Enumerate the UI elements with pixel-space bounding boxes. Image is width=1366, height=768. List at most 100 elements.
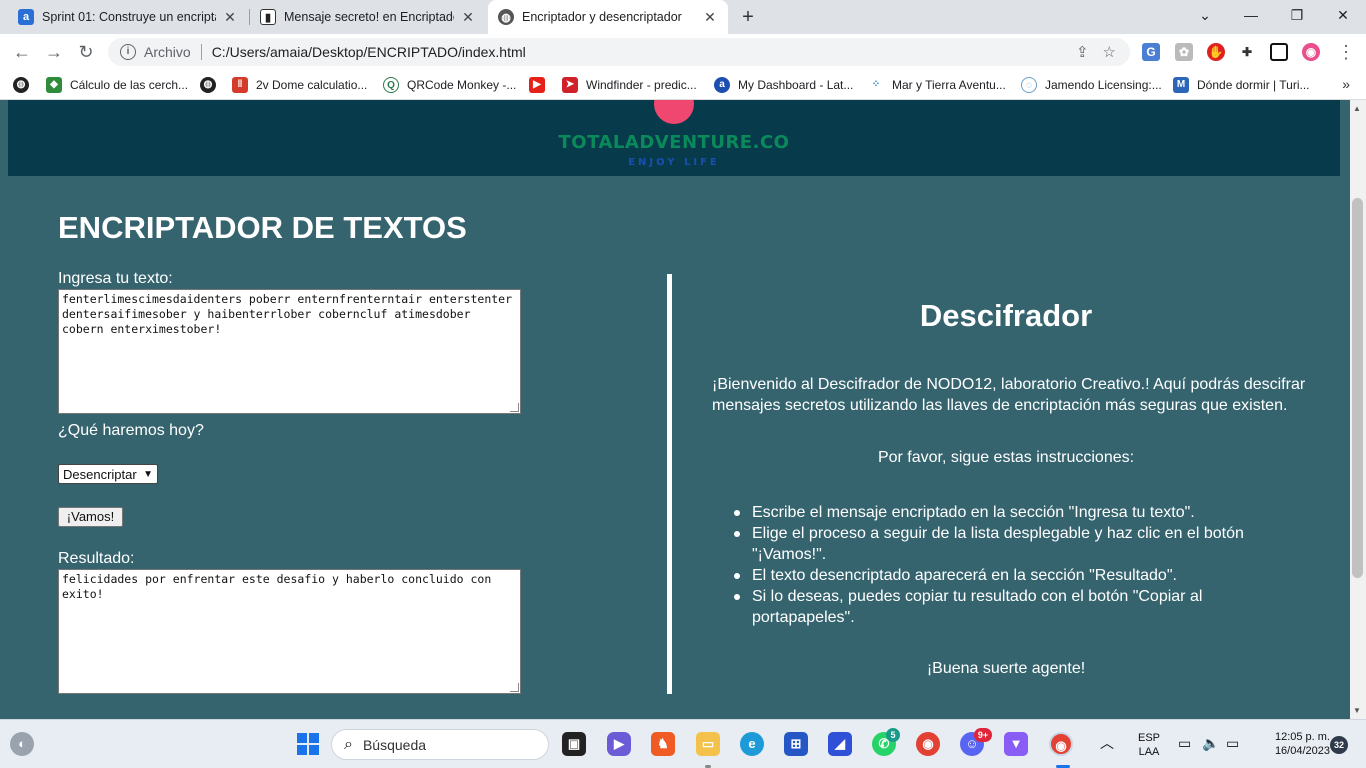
scroll-up-icon[interactable]: ▲ [1353,104,1361,113]
bookmark-label: Mar y Tierra Aventu... [892,78,1006,92]
weather-icon[interactable]: ◐ [10,732,34,756]
notification-count-badge[interactable]: 32 [1330,736,1348,754]
windows-taskbar: ◐ ⌕ Búsqueda ▣ ▶ ♞ ▭ e ⊞ ◢ ✆ 5 ◉ ☺ 9+ ▼ … [0,719,1366,768]
bookmark-windfinder[interactable]: ➤ Windfinder - predic... [562,76,697,94]
app-icon[interactable]: ◢ [828,732,852,756]
volume-icon[interactable]: 🔈 [1202,736,1219,750]
page-title: ENCRIPTADOR DE TEXTOS [58,210,467,245]
tab-mensaje[interactable]: ▮ Mensaje secreto! en Encriptador ✕ [250,0,486,34]
result-label: Resultado: [58,550,135,567]
m-icon: M [1173,77,1189,93]
search-icon: ⌕ [344,735,353,753]
question-label: ¿Qué haremos hoy? [58,422,204,439]
address-bar[interactable]: i Archivo C:/Users/amaia/Desktop/ENCRIPT… [108,38,1130,66]
page-scrollbar[interactable]: ▲ ▼ [1350,100,1366,719]
chrome-active-icon[interactable]: ◉ [1049,732,1073,756]
scheme-label: Archivo [144,44,191,60]
scroll-down-icon[interactable]: ▼ [1353,706,1361,715]
close-icon[interactable]: ✕ [702,9,718,26]
bookmark-mar-tierra[interactable]: ⁘ Mar y Tierra Aventu... [868,76,1006,94]
scrollbar-thumb[interactable] [1352,198,1363,578]
forward-icon[interactable]: → [42,40,66,64]
omnibox-actions: ⇪ ☆ [1076,43,1116,61]
notification-badge: 5 [886,728,900,742]
tab-sprint[interactable]: a Sprint 01: Construye un encriptac ✕ [8,0,248,34]
globe-icon: ◍ [13,77,29,93]
profile-avatar[interactable]: ◉ [1302,43,1320,61]
clock[interactable]: 12:05 p. m. 16/04/2023 [1254,730,1330,758]
close-icon[interactable]: ✕ [222,9,238,26]
info-icon[interactable]: i [120,44,136,60]
welcome-text: ¡Bienvenido al Descifrador de NODO12, la… [712,376,1306,414]
extension-icon[interactable]: ✿ [1175,43,1193,61]
bookmark-jamendo[interactable]: ◌ Jamendo Licensing:... [1021,76,1162,94]
alura-icon: a [18,9,34,25]
bookmark-donde-dormir[interactable]: M Dónde dormir | Turi... [1173,76,1310,94]
translate-icon[interactable]: G [1142,43,1160,61]
menu-icon[interactable]: ⋮ [1334,40,1358,64]
select-value: Desencriptar [63,466,137,482]
bookmark-qrcode[interactable]: Q QRCode Monkey -... [383,76,516,94]
side-title: Descifrador [919,298,1093,333]
bookmark-cerchas[interactable]: ◆ Cálculo de las cerch... [46,76,188,94]
brave-icon[interactable]: ♞ [651,732,675,756]
back-icon[interactable]: ← [10,40,34,64]
input-textarea[interactable]: fenterlimescimesdaidenters poberr entern… [58,289,521,414]
chrome-icon[interactable]: ◉ [916,732,940,756]
app-icon-2[interactable]: ▼ [1004,732,1028,756]
store-icon[interactable]: ⊞ [784,732,808,756]
restore-button[interactable]: ❐ [1274,0,1320,30]
puzzle-icon[interactable]: ✚ [1238,43,1256,61]
tab-encriptador[interactable]: ◍ Encriptador y desencriptador ✕ [488,0,728,34]
bookmark-label: Jamendo Licensing:... [1045,78,1162,92]
network-icon[interactable]: ▭ [1178,736,1191,750]
battery-icon[interactable]: ▭ [1226,736,1239,750]
tab-search-icon[interactable]: ⌄ [1182,0,1228,30]
language-indicator[interactable]: ESP LAA [1134,731,1164,759]
chevron-down-icon: ▼ [143,468,153,480]
bookmark-label: QRCode Monkey -... [407,78,517,92]
sidepanel-icon[interactable] [1270,43,1288,61]
logo-tagline: ENJOY LIFE [628,157,720,168]
bookmark-star-icon[interactable]: ☆ [1103,43,1116,61]
monkey-icon: Q [383,77,399,93]
divider [200,44,202,60]
result-textarea[interactable]: felicidades por enfrentar este desafio y… [58,569,521,694]
bookmark-dashboard[interactable]: a My Dashboard - Lat... [714,76,853,94]
more-bookmarks-icon[interactable]: » [1342,76,1350,92]
teams-icon[interactable]: ▶ [607,732,631,756]
instructions-intro: Por favor, sigue estas instrucciones: [877,449,1135,466]
clock-time: 12:05 p. m. [1274,731,1330,743]
close-icon[interactable]: ✕ [460,9,476,26]
edge-icon[interactable]: e [740,732,764,756]
url-text[interactable]: C:/Users/amaia/Desktop/ENCRIPTADO/index.… [212,44,526,60]
codepen-icon: ▮ [260,9,276,25]
search-placeholder: Búsqueda [362,736,427,753]
language-layout: LAA [1138,746,1160,758]
minimize-button[interactable]: — [1228,0,1274,30]
task-view-icon[interactable]: ▣ [562,732,586,756]
close-window-button[interactable]: ✕ [1320,0,1366,30]
operation-select[interactable]: Desencriptar ▼ [58,464,158,484]
share-icon[interactable]: ⇪ [1076,43,1089,61]
globe-icon: ◍ [498,9,514,25]
bookmark-globe[interactable]: ◍ [13,76,37,94]
tab-strip: a Sprint 01: Construye un encriptac ✕ ▮ … [0,0,1366,34]
bookmark-dome[interactable]: ‖ 2v Dome calculatio... [232,76,367,94]
adblock-icon[interactable]: ✋ [1207,43,1225,61]
reload-icon[interactable]: ↻ [74,40,98,64]
submit-button[interactable]: ¡Vamos! [58,507,123,527]
file-explorer-icon[interactable]: ▭ [696,732,720,756]
list-item: Si lo deseas, puedes copiar tu resultado… [734,586,1252,628]
bookmark-label: Windfinder - predic... [586,78,697,92]
globe-icon: ◍ [200,77,216,93]
taskbar-search[interactable]: ⌕ Búsqueda [331,729,549,760]
tab-title: Encriptador y desencriptador [522,10,682,24]
input-label: Ingresa tu texto: [58,270,173,287]
new-tab-button[interactable]: + [737,4,759,30]
logo-sun-icon [654,100,694,124]
bookmark-globe-2[interactable]: ◍ [200,76,224,94]
start-button[interactable] [296,732,320,756]
bookmark-youtube[interactable]: ▶ [529,76,553,94]
chevron-up-icon[interactable]: ︿ [1100,736,1114,750]
